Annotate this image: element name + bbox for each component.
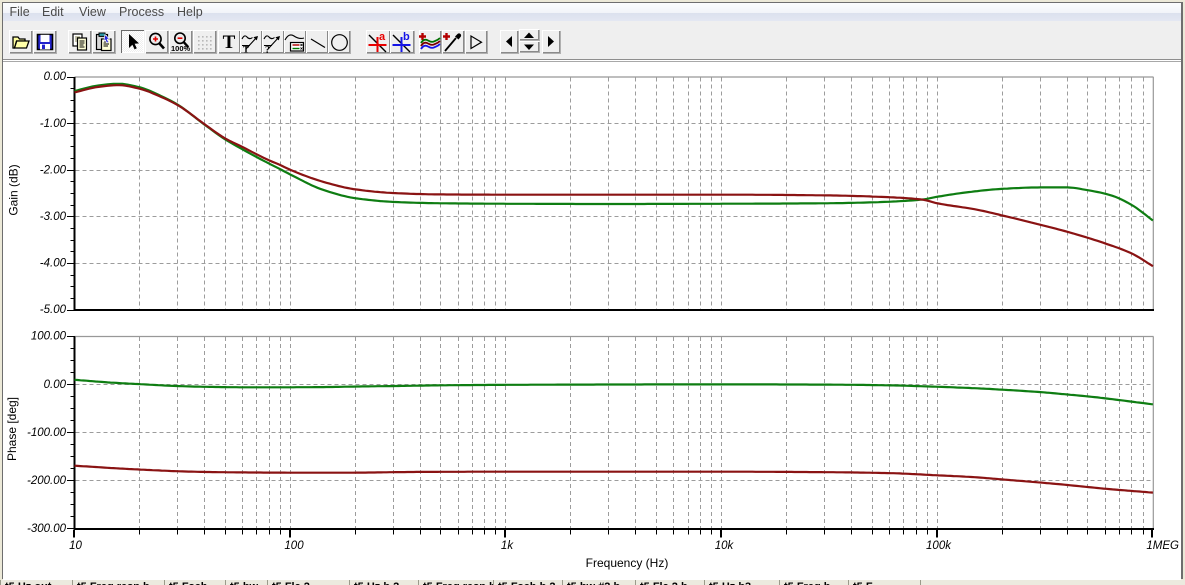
svg-text:Phase [deg]: Phase [deg] xyxy=(5,397,19,461)
svg-text:100.00: 100.00 xyxy=(31,331,67,343)
svg-text:-200.00: -200.00 xyxy=(27,475,67,487)
svg-text:0.00: 0.00 xyxy=(44,71,67,83)
svg-text:Frequency (Hz): Frequency (Hz) xyxy=(586,556,669,570)
svg-text:Gain (dB): Gain (dB) xyxy=(7,164,21,215)
svg-text:1MEG: 1MEG xyxy=(1146,540,1179,552)
svg-text:10k: 10k xyxy=(715,540,735,552)
svg-text:-5.00: -5.00 xyxy=(40,304,67,316)
svg-text:-300.00: -300.00 xyxy=(27,523,67,535)
svg-text:1k: 1k xyxy=(501,540,514,552)
svg-text:0.00: 0.00 xyxy=(44,379,67,391)
svg-text:-100.00: -100.00 xyxy=(27,427,67,439)
svg-text:10: 10 xyxy=(69,540,82,552)
svg-text:-3.00: -3.00 xyxy=(40,211,67,223)
svg-text:-2.00: -2.00 xyxy=(40,164,67,176)
svg-text:100k: 100k xyxy=(926,540,952,552)
svg-text:-1.00: -1.00 xyxy=(40,118,67,130)
svg-text:100: 100 xyxy=(284,540,304,552)
svg-text:-4.00: -4.00 xyxy=(40,258,67,270)
